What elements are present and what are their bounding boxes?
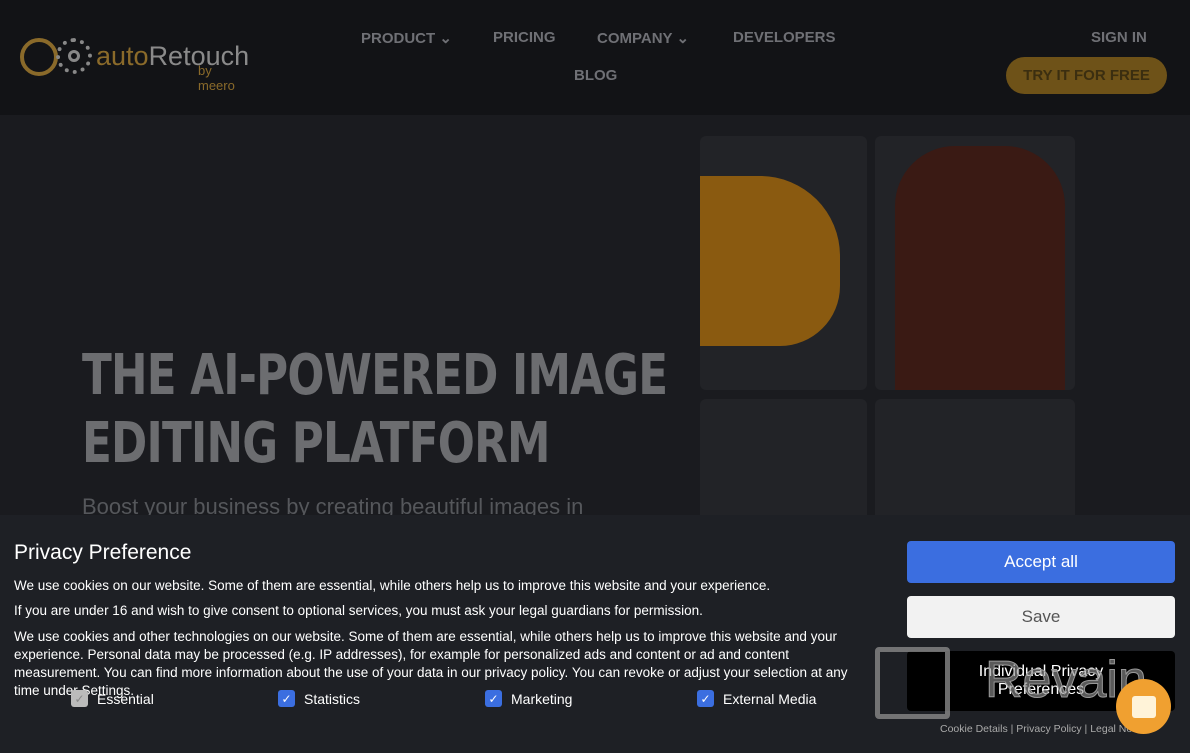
- logo-byline: by meero: [198, 63, 235, 93]
- logo[interactable]: autoRetouch by meero: [18, 34, 249, 93]
- shoe-image: [700, 136, 867, 390]
- nav-pricing[interactable]: PRICING: [493, 29, 556, 46]
- nav-blog[interactable]: BLOG: [574, 67, 617, 84]
- privacy-banner: Privacy Preference We use cookies on our…: [0, 515, 1190, 753]
- save-button[interactable]: Save: [907, 596, 1175, 638]
- accept-all-button[interactable]: Accept all: [907, 541, 1175, 583]
- cookie-details-link[interactable]: Cookie Details: [940, 723, 1008, 735]
- check-icon: ✓: [71, 690, 88, 707]
- checkbox-marketing[interactable]: ✓ Marketing: [485, 690, 572, 707]
- try-free-button[interactable]: TRY IT FOR FREE: [1006, 57, 1167, 94]
- checkbox-external-media[interactable]: ✓ External Media: [697, 690, 816, 707]
- nav-developers[interactable]: DEVELOPERS: [733, 29, 836, 46]
- chat-icon: [1131, 695, 1156, 718]
- hero-title: THE AI-POWERED IMAGE EDITING PLATFORM: [82, 343, 668, 476]
- sign-in-link[interactable]: SIGN IN: [1091, 29, 1147, 46]
- chevron-down-icon: ⌄: [676, 30, 690, 47]
- chat-button[interactable]: [1116, 679, 1171, 734]
- privacy-policy-link[interactable]: Privacy Policy: [1016, 723, 1081, 735]
- revain-watermark-icon: [875, 647, 950, 719]
- checkbox-statistics[interactable]: ✓ Statistics: [278, 690, 360, 707]
- portrait-image: [700, 399, 867, 529]
- privacy-title: Privacy Preference: [14, 541, 192, 564]
- nav-product[interactable]: PRODUCT ⌄: [361, 29, 452, 47]
- chevron-down-icon: ⌄: [439, 30, 452, 47]
- privacy-links: Cookie Details | Privacy Policy | Legal …: [940, 723, 1149, 735]
- header: autoRetouch by meero PRODUCT ⌄ PRICING C…: [0, 0, 1190, 115]
- privacy-text-2: If you are under 16 and wish to give con…: [14, 603, 703, 618]
- nav-company[interactable]: COMPANY ⌄: [597, 29, 689, 47]
- privacy-text-1: We use cookies on our website. Some of t…: [14, 578, 771, 593]
- object-image: [875, 399, 1075, 529]
- check-icon: ✓: [278, 690, 295, 707]
- check-icon: ✓: [485, 690, 502, 707]
- logo-mark-icon: [18, 34, 94, 78]
- woman-image: [875, 136, 1075, 390]
- check-icon: ✓: [697, 690, 714, 707]
- checkbox-essential[interactable]: ✓ Essential: [71, 690, 154, 707]
